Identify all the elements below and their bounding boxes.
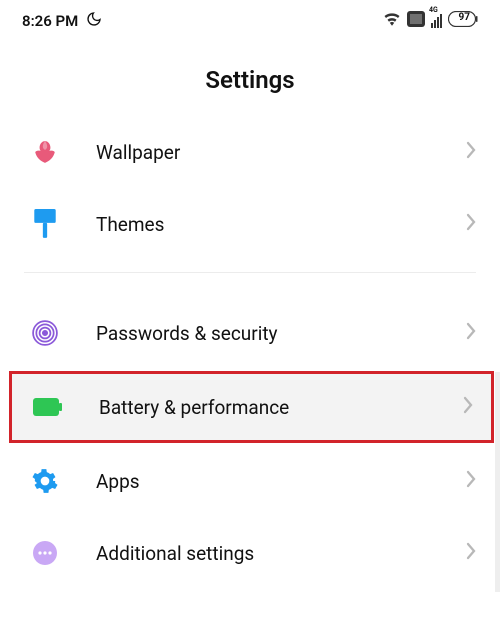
volte-icon	[407, 11, 425, 31]
status-bar: 8:26 PM 4G 97	[0, 0, 500, 34]
more-dots-icon	[30, 538, 60, 568]
page-header: Settings	[0, 34, 500, 116]
settings-item-battery[interactable]: Battery & performance	[9, 371, 494, 443]
chevron-right-icon	[466, 141, 476, 163]
chevron-right-icon	[463, 396, 473, 418]
item-label: Apps	[96, 470, 466, 493]
battery-icon	[33, 392, 63, 422]
settings-item-wallpaper[interactable]: Wallpaper	[0, 116, 500, 188]
crop-shadow	[495, 372, 500, 592]
battery-pct: 97	[459, 12, 470, 23]
fingerprint-icon	[30, 318, 60, 348]
chevron-right-icon	[466, 470, 476, 492]
chevron-right-icon	[466, 542, 476, 564]
signal-icon: 4G	[431, 14, 442, 28]
separator	[24, 272, 476, 273]
gear-icon	[30, 466, 60, 496]
item-label: Additional settings	[96, 542, 466, 565]
page-title: Settings	[0, 66, 500, 94]
paint-roller-icon	[30, 209, 60, 239]
moon-icon	[86, 11, 102, 31]
status-time: 8:26 PM	[22, 12, 78, 30]
settings-item-additional[interactable]: Additional settings	[0, 517, 500, 589]
item-label: Wallpaper	[96, 141, 466, 164]
settings-item-apps[interactable]: Apps	[0, 445, 500, 517]
chevron-right-icon	[466, 322, 476, 344]
wifi-icon	[383, 12, 401, 30]
item-label: Passwords & security	[96, 322, 466, 345]
item-label: Themes	[96, 213, 466, 236]
chevron-right-icon	[466, 213, 476, 235]
tulip-icon	[30, 137, 60, 167]
settings-item-passwords[interactable]: Passwords & security	[0, 297, 500, 369]
item-label: Battery & performance	[99, 396, 463, 419]
settings-item-themes[interactable]: Themes	[0, 188, 500, 260]
